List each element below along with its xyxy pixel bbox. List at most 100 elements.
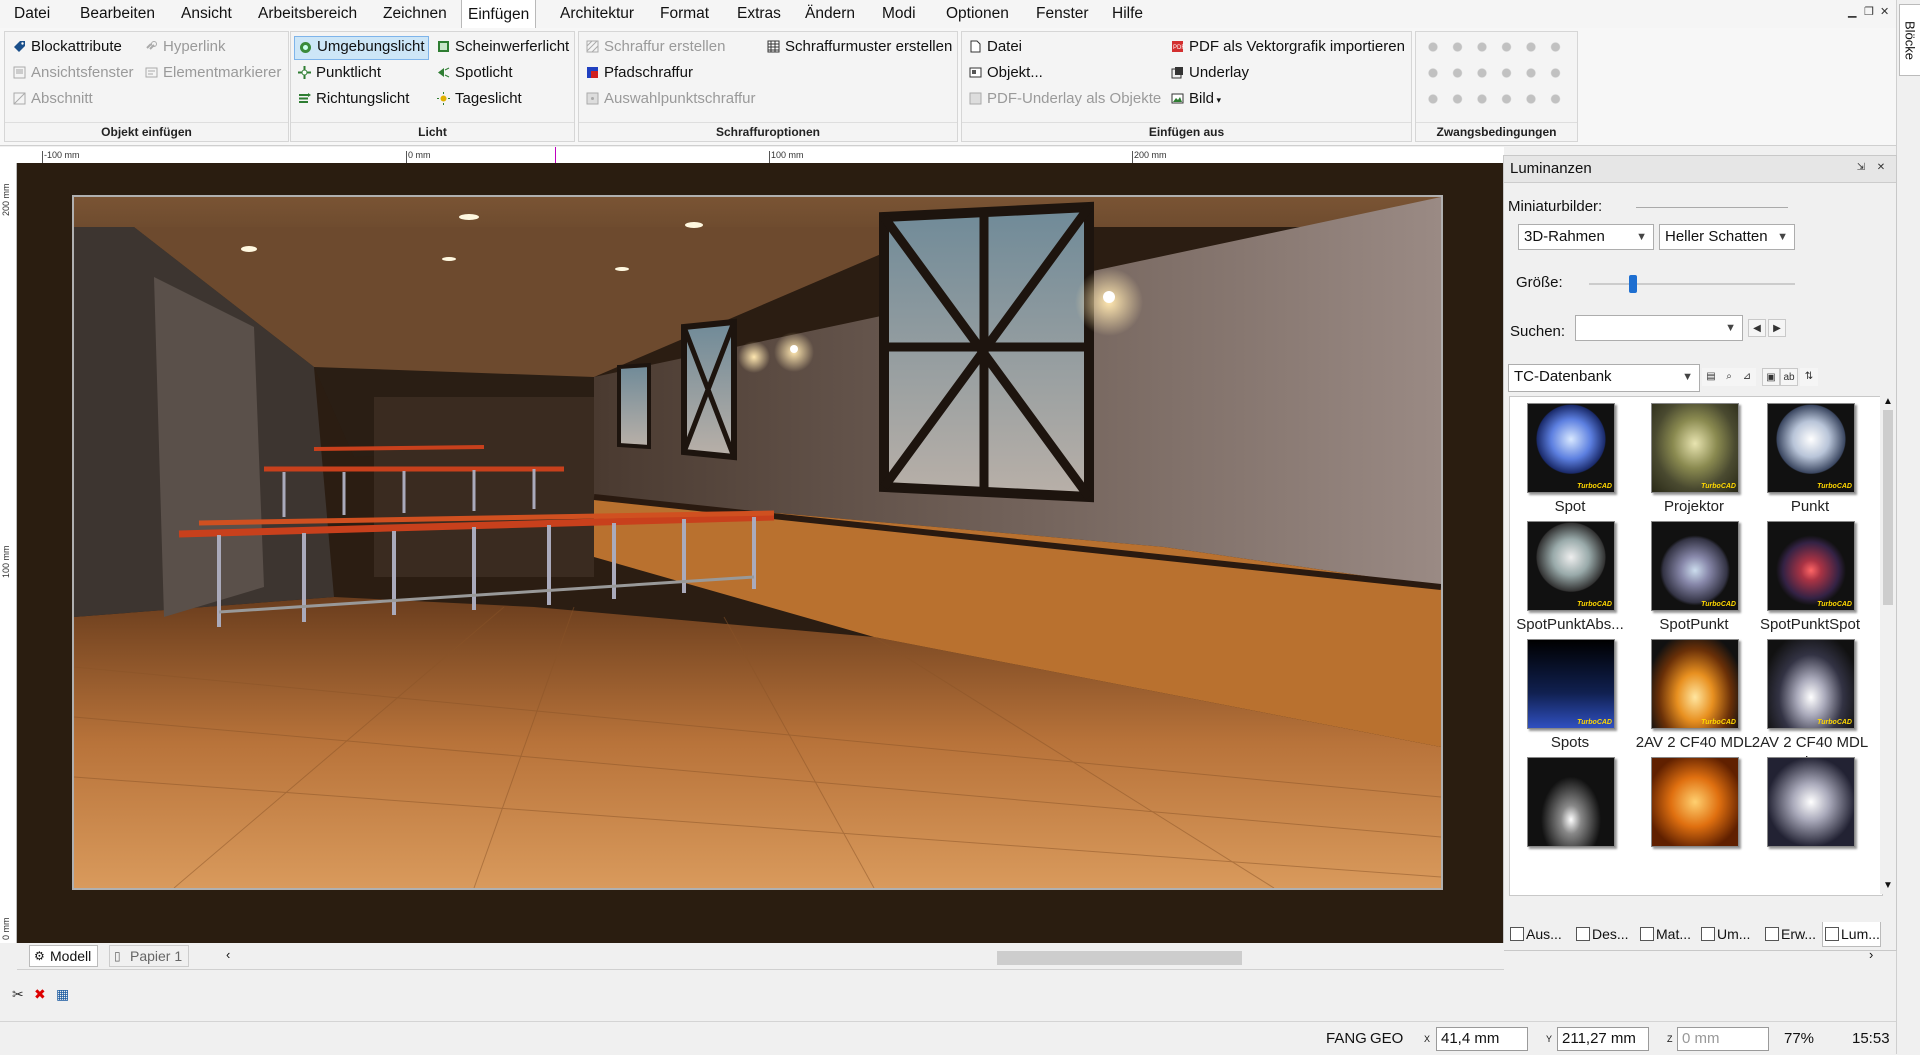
size-slider-track[interactable]	[1589, 283, 1795, 285]
pdf-underlay-icon	[969, 92, 982, 105]
elementmarkierer-button[interactable]: Elementmarkierer	[141, 62, 284, 84]
find-icon[interactable]: ⌕	[1720, 368, 1738, 386]
umgebungslicht-button[interactable]: Umgebungslicht	[294, 36, 429, 60]
constraint-icons-grid	[1424, 38, 1572, 112]
objekt-button[interactable]: Objekt...	[965, 62, 1046, 84]
scheinwerferlicht-button[interactable]: Scheinwerferlicht	[433, 36, 572, 58]
spotlicht-button[interactable]: Spotlicht	[433, 62, 516, 84]
thumb-orange-glow[interactable]	[1634, 751, 1746, 891]
pfadschraffur-button[interactable]: Pfadschraffur	[582, 62, 696, 84]
menu-optionen[interactable]: Optionen	[940, 0, 1015, 28]
menu-arbeitsbereich[interactable]: Arbeitsbereich	[252, 0, 363, 28]
minimize-icon[interactable]: ▁	[1848, 5, 1856, 18]
drawing-viewport[interactable]	[17, 163, 1504, 943]
ansichtsfenster-button[interactable]: Ansichtsfenster	[9, 62, 137, 84]
abschnitt-button[interactable]: Abschnitt	[9, 88, 96, 110]
tree-icon[interactable]: ⊿	[1738, 368, 1756, 386]
pdf-underlay-button[interactable]: PDF-Underlay als Objekte	[965, 88, 1164, 110]
thumb-white-glow[interactable]	[1750, 751, 1862, 891]
thumb-image: TurboCAD	[1527, 403, 1615, 493]
fang-toggle[interactable]: FANG	[1326, 1030, 1367, 1047]
scroll-up-icon[interactable]: ▲	[1883, 396, 1893, 407]
tab-mat[interactable]: Mat...	[1638, 922, 1691, 946]
blockattribute-button[interactable]: Blockattribute	[9, 36, 125, 58]
menu-ansicht[interactable]: Ansicht	[175, 0, 238, 28]
viewport-icon	[13, 66, 26, 79]
menu-zeichnen[interactable]: Zeichnen	[377, 0, 453, 28]
menu-fenster[interactable]: Fenster	[1030, 0, 1095, 28]
group-title-schraffur: Schraffuroptionen	[579, 122, 957, 141]
svg-text:PDF: PDF	[1173, 45, 1184, 51]
bloecke-tab[interactable]: Blöcke	[1899, 4, 1920, 76]
schraffurmuster-button[interactable]: Schraffurmuster erstellen	[763, 36, 955, 58]
menu-modi[interactable]: Modi	[876, 0, 922, 28]
table-icon[interactable]: ▦	[56, 986, 69, 1003]
search-next-button[interactable]: ▶	[1768, 319, 1786, 337]
z-coordinate-field[interactable]: 0 mm	[1677, 1027, 1769, 1051]
geo-toggle[interactable]: GEO	[1370, 1030, 1403, 1047]
tab-des[interactable]: Des...	[1574, 922, 1629, 946]
y-coordinate-field[interactable]: 211,27 mm	[1557, 1027, 1649, 1051]
shadow-style-select[interactable]: Heller Schatten ▼	[1659, 224, 1795, 250]
menu-format[interactable]: Format	[654, 0, 715, 28]
menu-bearbeiten[interactable]: Bearbeiten	[74, 0, 161, 28]
scroll-thumb[interactable]	[1883, 410, 1893, 605]
tab-um[interactable]: Um...	[1699, 922, 1750, 946]
punktlicht-button[interactable]: Punktlicht	[294, 62, 384, 84]
restore-icon[interactable]: ❐	[1864, 5, 1874, 18]
menu-datei[interactable]: Datei	[8, 0, 56, 28]
thumb-label: SpotPunktAbs...	[1516, 616, 1624, 633]
panel-close-icon[interactable]: ✕	[1872, 159, 1890, 177]
search-prev-button[interactable]: ◀	[1748, 319, 1766, 337]
close-icon[interactable]: ✕	[1880, 5, 1889, 18]
datei-button[interactable]: Datei	[965, 36, 1025, 58]
panel-title: Luminanzen	[1510, 160, 1592, 177]
database-select[interactable]: TC-Datenbank ▼	[1508, 364, 1700, 392]
thumb-dark-glow[interactable]	[1510, 751, 1622, 891]
thumbnail-scrollbar[interactable]: ▲ ▼	[1880, 396, 1896, 894]
delete-icon[interactable]: ✖	[34, 986, 46, 1003]
view-icon[interactable]: ▣	[1762, 368, 1780, 386]
ab-icon[interactable]: ab	[1780, 368, 1798, 386]
scroll-right-icon[interactable]: ›	[1869, 947, 1873, 962]
thumb-image: TurboCAD	[1767, 403, 1855, 493]
tab-modell[interactable]: ⚙ Modell	[29, 945, 99, 967]
menu-architektur[interactable]: Architektur	[554, 0, 640, 28]
underlay-button[interactable]: Underlay	[1167, 62, 1252, 84]
size-slider-thumb[interactable]	[1628, 275, 1637, 293]
snap-icon[interactable]: ✂	[12, 986, 24, 1003]
pdf-vektorgrafik-button[interactable]: PDF PDF als Vektorgrafik importieren	[1167, 36, 1408, 58]
library-icon[interactable]: ▤	[1702, 368, 1720, 386]
menu-extras[interactable]: Extras	[731, 0, 787, 28]
x-coordinate-field[interactable]: 41,4 mm	[1436, 1027, 1528, 1051]
ruler-h-label: 200 mm	[1134, 150, 1167, 160]
tab-erw[interactable]: Erw...	[1763, 922, 1816, 946]
bild-button[interactable]: Bild ▾	[1167, 88, 1224, 110]
horizontal-ruler: -100 mm 0 mm 100 mm 200 mm	[0, 147, 1504, 164]
hatch-pattern-icon	[767, 40, 780, 53]
scroll-down-icon[interactable]: ▼	[1883, 880, 1893, 891]
search-input[interactable]: ▼	[1575, 315, 1743, 341]
pin-icon[interactable]: ⇲	[1852, 159, 1870, 177]
richtungslicht-button[interactable]: Richtungslicht	[294, 88, 412, 110]
ruler-tick	[769, 151, 770, 163]
menu-aendern[interactable]: Ändern	[799, 0, 861, 28]
menu-hilfe[interactable]: Hilfe	[1106, 0, 1149, 28]
schraffur-erstellen-button[interactable]: Schraffur erstellen	[582, 36, 728, 58]
horizontal-scroll-thumb[interactable]	[997, 951, 1242, 965]
tab-lum[interactable]: Lum...	[1822, 922, 1881, 947]
vertical-ruler: 200 mm 100 mm 0 mm	[0, 163, 17, 943]
scroll-left-icon[interactable]: ‹	[226, 947, 230, 962]
ballet-room-render	[74, 197, 1441, 888]
frame-style-select[interactable]: 3D-Rahmen ▼	[1518, 224, 1654, 250]
marker-icon	[145, 67, 158, 78]
auswahlpunktschraffur-button[interactable]: Auswahlpunktschraffur	[582, 88, 758, 110]
tab-aus[interactable]: Aus...	[1508, 922, 1562, 946]
hatch-icon	[586, 40, 599, 53]
hyperlink-button[interactable]: Hyperlink	[141, 36, 229, 58]
tab-papier[interactable]: ▯ Papier 1	[109, 945, 190, 967]
tageslicht-button[interactable]: Tageslicht	[433, 88, 525, 110]
thumb-image: TurboCAD	[1527, 639, 1615, 729]
menu-einfuegen[interactable]: Einfügen	[461, 0, 537, 29]
sort-icon[interactable]: ⇅	[1800, 368, 1818, 386]
